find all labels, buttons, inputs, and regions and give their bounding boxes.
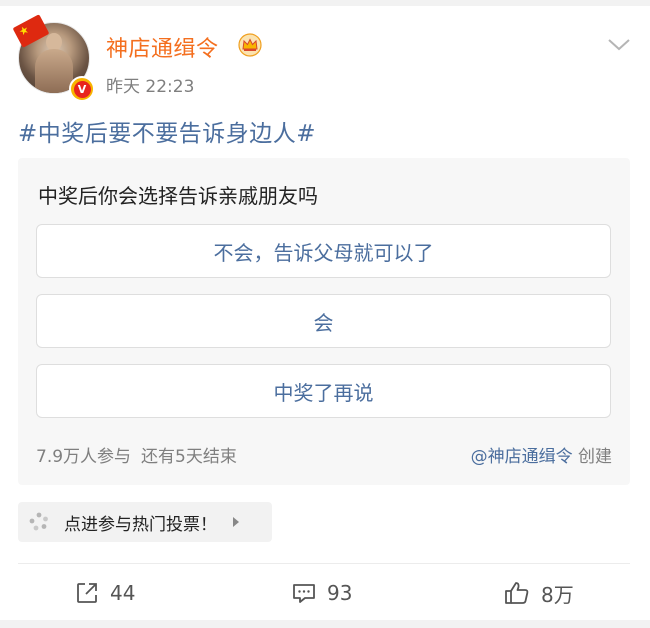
share-count: 44 bbox=[110, 581, 136, 605]
poll-option-3[interactable]: 中奖了再说 bbox=[36, 364, 611, 418]
poll-option-1[interactable]: 不会，告诉父母就可以了 bbox=[36, 224, 611, 278]
poll-creator: @神店通缉令 创建 bbox=[471, 442, 612, 467]
poll-participants: 7.9万人参与 bbox=[36, 447, 132, 467]
like-count: 8万 bbox=[541, 582, 574, 607]
poll-question: 中奖后你会选择告诉亲戚朋友吗 bbox=[38, 184, 318, 208]
post-timestamp: 昨天 22:23 bbox=[106, 77, 195, 97]
poll-creator-suffix: 创建 bbox=[578, 447, 612, 467]
chevron-down-icon[interactable] bbox=[606, 34, 632, 54]
poll-remaining-time: 还有5天结束 bbox=[141, 447, 237, 467]
share-button[interactable]: 44 bbox=[74, 578, 135, 608]
hot-vote-label: 点进参与热门投票！ bbox=[64, 514, 217, 535]
poll-meta: 7.9万人参与 还有5天结束 bbox=[36, 442, 237, 467]
share-icon bbox=[77, 583, 97, 603]
comment-button[interactable]: 93 bbox=[291, 578, 352, 608]
poll-card: 中奖后你会选择告诉亲戚朋友吗 不会，告诉父母就可以了 会 中奖了再说 7.9万人… bbox=[18, 158, 630, 485]
thumbs-up-icon bbox=[505, 582, 529, 604]
top-divider bbox=[0, 0, 650, 6]
comment-icon bbox=[293, 584, 315, 603]
hot-vote-link[interactable]: 点进参与热门投票！ bbox=[18, 502, 272, 542]
chevron-right-icon bbox=[233, 517, 239, 527]
avatar[interactable]: ★ V bbox=[12, 14, 95, 102]
like-button[interactable]: 8万 bbox=[503, 578, 574, 608]
bottom-divider bbox=[0, 620, 650, 628]
vote-icon bbox=[29, 512, 48, 531]
poll-creator-mention[interactable]: @神店通缉令 bbox=[471, 447, 573, 467]
crown-icon[interactable] bbox=[238, 33, 262, 57]
action-divider bbox=[18, 563, 630, 564]
comment-count: 93 bbox=[327, 581, 353, 605]
topic-hashtag-link[interactable]: #中奖后要不要告诉身边人# bbox=[18, 114, 316, 148]
weibo-post-card: ★ V 神店通缉令 昨天 22:23 #中奖后要不要告诉身边人# 中奖后你会选择… bbox=[0, 0, 650, 628]
username[interactable]: 神店通缉令 bbox=[106, 31, 219, 63]
poll-option-2[interactable]: 会 bbox=[36, 294, 611, 348]
verified-badge-icon: V bbox=[69, 76, 95, 102]
